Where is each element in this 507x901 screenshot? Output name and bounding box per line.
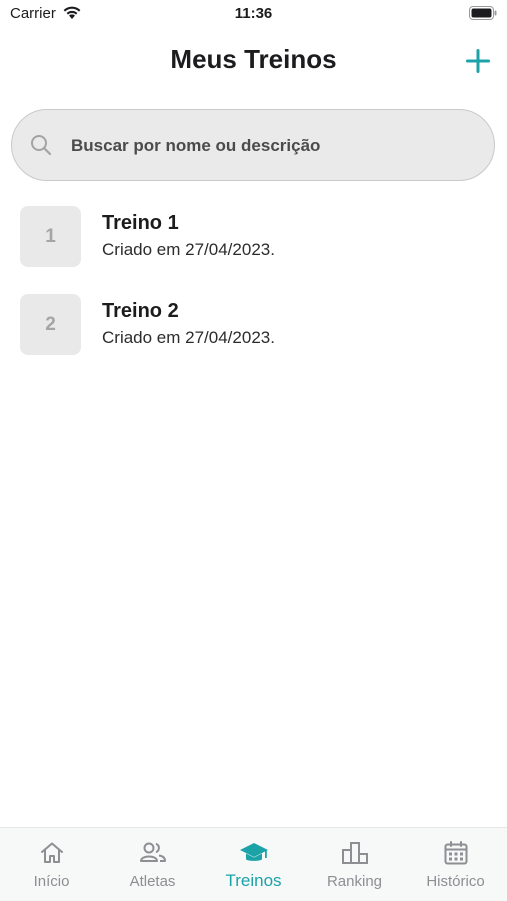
tab-label: Histórico [426,873,485,890]
page-title: Meus Treinos [170,44,337,74]
item-title: Treino 1 [102,212,179,234]
tab-ranking[interactable]: Ranking [304,828,405,901]
graduation-cap-icon [239,840,269,871]
tab-atletas[interactable]: Atletas [102,828,203,901]
tab-label: Atletas [129,873,176,890]
item-title: Treino 2 [102,300,179,322]
item-subtitle: Criado em 27/04/2023. [102,328,275,347]
tab-inicio[interactable]: Início [1,828,102,901]
item-number-badge: 1 [20,206,81,267]
battery-icon [469,6,497,25]
calendar-icon [443,840,469,871]
tab-treinos[interactable]: Treinos [203,828,304,901]
tab-historico[interactable]: Histórico [405,828,506,901]
tab-bar: Início Atletas Treinos Ranking Histórico [0,827,507,901]
search-bar[interactable] [11,109,495,182]
add-button[interactable] [462,45,494,77]
plus-icon [466,49,490,73]
home-icon [39,840,65,871]
tab-label: Treinos [225,871,282,890]
status-bar: Carrier 11:36 [0,0,507,30]
podium-icon [341,840,369,871]
search-icon [30,134,52,161]
list-item[interactable]: 2 Treino 2 Criado em 27/04/2023. [0,294,507,374]
tab-label: Início [33,873,70,890]
search-input[interactable] [69,110,473,182]
tab-label: Ranking [326,873,383,890]
list-item[interactable]: 1 Treino 1 Criado em 27/04/2023. [0,206,507,286]
item-subtitle: Criado em 27/04/2023. [102,240,275,259]
people-icon [139,840,167,871]
item-number-badge: 2 [20,294,81,355]
clock: 11:36 [234,5,273,22]
